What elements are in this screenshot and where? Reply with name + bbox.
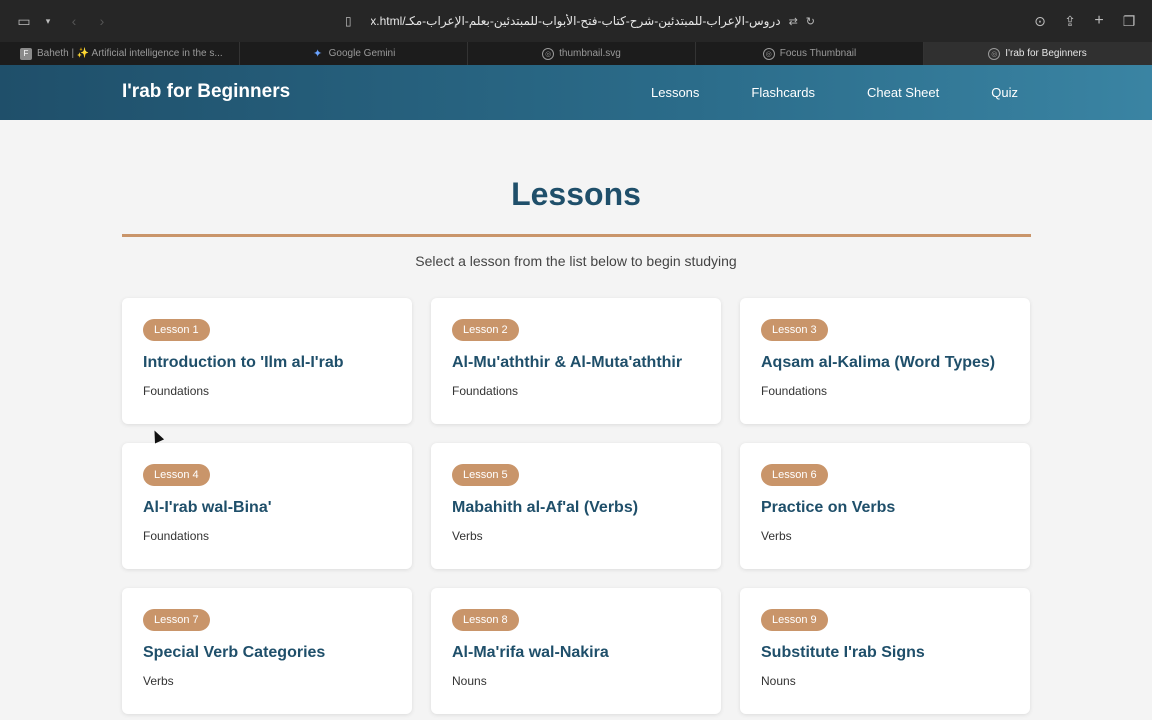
nav-flashcards[interactable]: Flashcards: [751, 85, 815, 100]
lesson-card-3[interactable]: Lesson 3 Aqsam al-Kalima (Word Types) Fo…: [740, 298, 1030, 424]
title-divider: [122, 234, 1031, 237]
lesson-category: Foundations: [452, 384, 519, 398]
lesson-badge: Lesson 6: [761, 464, 828, 486]
f-favicon-icon: F: [20, 47, 32, 60]
compass-icon: ◎: [988, 47, 1001, 60]
lesson-card-4[interactable]: Lesson 4 Al-I'rab wal-Bina' Foundations: [122, 443, 412, 569]
lesson-card-8[interactable]: Lesson 8 Al-Ma'rifa wal-Nakira Nouns: [431, 588, 721, 714]
lesson-category: Nouns: [761, 674, 796, 688]
nav-cheat-sheet[interactable]: Cheat Sheet: [867, 85, 939, 100]
sidebar-toggle-icon[interactable]: ▭: [14, 11, 34, 31]
nav-quiz[interactable]: Quiz: [991, 85, 1018, 100]
forward-icon[interactable]: ›: [92, 11, 112, 31]
tab-irab-for-beginners[interactable]: ◎ I'rab for Beginners: [924, 42, 1152, 65]
lesson-badge: Lesson 9: [761, 609, 828, 631]
lesson-badge: Lesson 4: [143, 464, 210, 486]
site-header: I'rab for Beginners Lessons Flashcards C…: [0, 65, 1152, 120]
lesson-card-6[interactable]: Lesson 6 Practice on Verbs Verbs: [740, 443, 1030, 569]
lesson-category: Verbs: [143, 674, 174, 688]
url-text: دروس-الإعراب-للمبتدئين-شرح-كتاب-فتح-الأب…: [371, 14, 781, 28]
lesson-title: Practice on Verbs: [761, 499, 896, 516]
tab-label: Google Gemini: [328, 48, 396, 59]
tab-gemini[interactable]: ✦ Google Gemini: [240, 42, 468, 65]
lesson-card-1[interactable]: Lesson 1 Introduction to 'Ilm al-I'rab F…: [122, 298, 412, 424]
lesson-grid: Lesson 1 Introduction to 'Ilm al-I'rab F…: [122, 298, 1031, 714]
lesson-category: Foundations: [143, 529, 210, 543]
tab-thumbnail-svg[interactable]: ◎ thumbnail.svg: [468, 42, 696, 65]
address-bar[interactable]: ▯ دروس-الإعراب-للمبتدئين-شرح-كتاب-فتح-ال…: [345, 10, 815, 32]
main-nav: Lessons Flashcards Cheat Sheet Quiz: [599, 65, 1018, 120]
lesson-badge: Lesson 5: [452, 464, 519, 486]
download-icon[interactable]: ⊙: [1030, 11, 1050, 31]
tab-baheth[interactable]: F Baheth | ✨ Artificial intelligence in …: [0, 42, 240, 65]
tab-label: Baheth | ✨ Artificial intelligence in th…: [37, 48, 223, 59]
lesson-title: Mabahith al-Af'al (Verbs): [452, 499, 639, 516]
lesson-badge: Lesson 3: [761, 319, 828, 341]
lesson-category: Nouns: [452, 674, 487, 688]
page-icon: ▯: [345, 14, 352, 28]
lesson-category: Verbs: [452, 529, 483, 543]
gemini-icon: ✦: [313, 48, 323, 60]
tab-label: thumbnail.svg: [559, 48, 621, 59]
lesson-card-2[interactable]: Lesson 2 Al-Mu'aththir & Al-Muta'aththir…: [431, 298, 721, 424]
lesson-card-9[interactable]: Lesson 9 Substitute I'rab Signs Nouns: [740, 588, 1030, 714]
compass-icon: ◎: [762, 47, 775, 60]
tab-focus-thumbnail[interactable]: ◎ Focus Thumbnail: [696, 42, 924, 65]
lesson-badge: Lesson 7: [143, 609, 210, 631]
lesson-title: Substitute I'rab Signs: [761, 644, 925, 661]
new-tab-icon[interactable]: +: [1089, 11, 1109, 31]
lesson-title: Al-Mu'aththir & Al-Muta'aththir: [452, 354, 683, 371]
lesson-badge: Lesson 8: [452, 609, 519, 631]
back-icon[interactable]: ‹: [64, 11, 84, 31]
lesson-category: Foundations: [143, 384, 210, 398]
nav-lessons[interactable]: Lessons: [651, 85, 699, 100]
tab-strip: F Baheth | ✨ Artificial intelligence in …: [0, 42, 1152, 65]
site-title[interactable]: I'rab for Beginners: [122, 81, 290, 103]
lesson-title: Aqsam al-Kalima (Word Types): [761, 354, 996, 371]
tab-label: I'rab for Beginners: [1005, 48, 1087, 59]
lesson-category: Verbs: [761, 529, 792, 543]
share-icon[interactable]: ⇪: [1060, 11, 1080, 31]
tab-label: Focus Thumbnail: [779, 48, 857, 59]
lesson-title: Special Verb Categories: [143, 644, 326, 661]
lesson-category: Foundations: [761, 384, 828, 398]
lesson-card-5[interactable]: Lesson 5 Mabahith al-Af'al (Verbs) Verbs: [431, 443, 721, 569]
page-title: Lessons: [511, 176, 641, 212]
compass-icon: ◎: [542, 47, 555, 60]
tab-overview-icon[interactable]: ❐: [1119, 11, 1139, 31]
reload-icon[interactable]: ↻: [806, 15, 815, 28]
chevron-down-icon[interactable]: ▾: [38, 11, 58, 31]
lesson-title: Introduction to 'Ilm al-I'rab: [143, 354, 344, 371]
lesson-badge: Lesson 1: [143, 319, 210, 341]
lesson-title: Al-Ma'rifa wal-Nakira: [452, 644, 609, 661]
lesson-badge: Lesson 2: [452, 319, 519, 341]
lesson-title: Al-I'rab wal-Bina': [143, 499, 272, 516]
browser-toolbar: ▭ ▾ ‹ › ▯ دروس-الإعراب-للمبتدئين-شرح-كتا…: [0, 0, 1152, 42]
page-subtitle: Select a lesson from the list below to b…: [415, 253, 737, 269]
translate-icon[interactable]: ⇄: [789, 15, 798, 28]
lesson-card-7[interactable]: Lesson 7 Special Verb Categories Verbs: [122, 588, 412, 714]
